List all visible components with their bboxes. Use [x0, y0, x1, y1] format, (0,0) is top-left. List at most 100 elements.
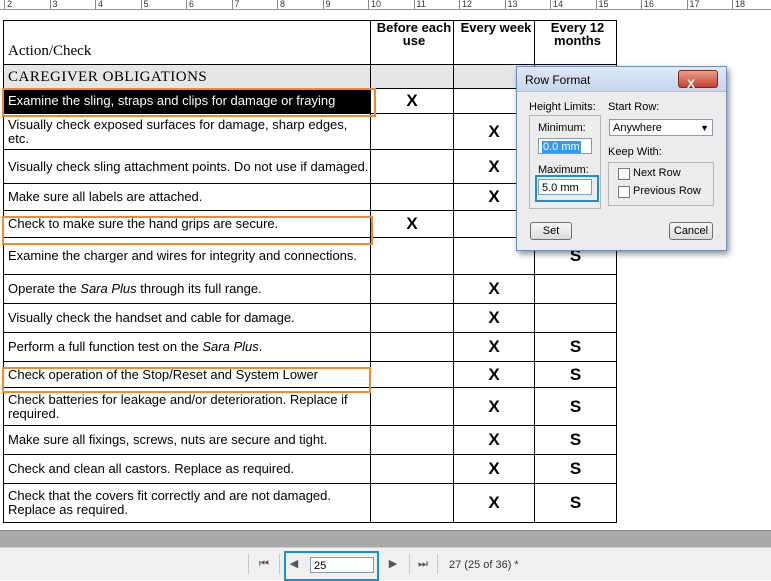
row-text[interactable]: Check to make sure the hand grips are se…	[3, 210, 371, 238]
before-each-use-header: Before each use	[370, 20, 454, 65]
previous-page-icon[interactable]: ◀	[286, 556, 302, 572]
section-fill	[370, 64, 454, 89]
ruler-mark: 8	[277, 0, 285, 9]
table-row[interactable]: Make sure all fixings, screws, nuts are …	[3, 425, 617, 455]
every-12-months-cell[interactable]	[534, 274, 617, 304]
every-week-cell[interactable]: X	[453, 303, 535, 333]
ruler-mark: 12	[459, 0, 472, 9]
chevron-down-icon: ▼	[700, 123, 709, 133]
minimum-value: 0.0 mm	[542, 141, 581, 153]
maximum-label: Maximum:	[538, 164, 589, 176]
before-use-cell[interactable]	[370, 113, 454, 150]
row-text[interactable]: Make sure all labels are attached.	[3, 183, 371, 211]
row-text[interactable]: Check and clean all castors. Replace as …	[3, 454, 371, 484]
every-week-cell[interactable]: X	[453, 483, 535, 523]
table-row[interactable]: Check and clean all castors. Replace as …	[3, 454, 617, 484]
before-use-cell[interactable]	[370, 387, 454, 426]
every-12-months-cell[interactable]: S	[534, 361, 617, 388]
last-page-icon[interactable]: ⏭	[415, 556, 431, 572]
row-text[interactable]: Check that the covers fit correctly and …	[3, 483, 371, 523]
table-row[interactable]: Check batteries for leakage and/or deter…	[3, 387, 617, 426]
every-12-months-cell[interactable]: S	[534, 483, 617, 523]
row-text[interactable]: Examine the charger and wires for integr…	[3, 237, 371, 275]
before-use-cell[interactable]	[370, 332, 454, 362]
before-use-cell[interactable]	[370, 183, 454, 211]
table-row[interactable]: Check that the covers fit correctly and …	[3, 483, 617, 523]
ruler-mark: 16	[641, 0, 654, 9]
before-use-cell[interactable]: X	[370, 210, 454, 238]
start-row-value: Anywhere	[613, 122, 662, 134]
every-12-months-cell[interactable]: S	[534, 454, 617, 484]
page-status: 27 (25 of 36) *	[449, 559, 519, 571]
every-12-months-cell[interactable]: S	[534, 387, 617, 426]
start-row-label: Start Row:	[608, 101, 660, 113]
previous-row-label: Previous Row	[633, 185, 701, 197]
ruler-mark: 7	[231, 0, 240, 9]
set-button[interactable]: Set	[530, 222, 572, 240]
table-row[interactable]: Operate the Sara Plus through its full r…	[3, 274, 617, 304]
next-row-checkbox[interactable]	[618, 168, 630, 180]
ruler-mark: 10	[368, 0, 381, 9]
every-week-cell[interactable]: X	[453, 425, 535, 455]
close-button[interactable]: X	[678, 70, 718, 91]
every-12-months-cell[interactable]: S	[534, 425, 617, 455]
product-name: Sara Plus	[202, 339, 259, 354]
row-text-part: Perform a full function test on the	[8, 339, 203, 354]
ruler-mark: 13	[504, 0, 518, 9]
every-week-cell[interactable]: X	[453, 274, 535, 304]
row-text[interactable]: Check operation of the Stop/Reset and Sy…	[3, 361, 371, 388]
ruler-mark: 14	[550, 0, 563, 9]
product-name: Sara Plus	[80, 281, 137, 296]
separator	[409, 554, 410, 574]
keep-with-label: Keep With:	[608, 146, 662, 158]
before-use-cell[interactable]: X	[370, 88, 454, 114]
first-page-icon[interactable]: ⏮	[256, 556, 272, 572]
dialog-title-bar[interactable]: Row Format X	[517, 67, 726, 92]
before-use-cell[interactable]	[370, 483, 454, 523]
row-format-dialog: Row Format X Height Limits: Minimum: 0.0…	[516, 66, 727, 251]
next-row-label: Next Row	[633, 167, 681, 179]
row-text[interactable]: Operate the Sara Plus through its full r…	[3, 274, 371, 304]
ruler-mark: 11	[413, 0, 426, 9]
before-use-cell[interactable]	[370, 361, 454, 388]
table-row[interactable]: Visually check the handset and cable for…	[3, 303, 617, 333]
ruler: 2 3 4 5 6 7 8 9 10 11 12 13 14 15 16 17 18	[0, 0, 771, 10]
every-week-cell[interactable]: X	[453, 454, 535, 484]
separator	[437, 554, 438, 574]
row-text[interactable]: Make sure all fixings, screws, nuts are …	[3, 425, 371, 455]
table-row[interactable]: Perform a full function test on the Sara…	[3, 332, 617, 362]
ruler-mark: 17	[686, 0, 700, 9]
separator	[248, 554, 249, 574]
cancel-button[interactable]: Cancel	[669, 222, 713, 240]
before-use-cell[interactable]	[370, 303, 454, 333]
ruler-mark: 9	[322, 0, 331, 9]
minimum-input[interactable]: 0.0 mm	[538, 138, 592, 154]
minimum-label: Minimum:	[538, 122, 586, 134]
row-text[interactable]: Visually check sling attachment points. …	[3, 149, 371, 184]
every-week-cell[interactable]: X	[453, 332, 535, 362]
start-row-select[interactable]: Anywhere ▼	[609, 119, 713, 136]
before-use-cell[interactable]	[370, 237, 454, 275]
next-page-icon[interactable]: ▶	[385, 556, 401, 572]
before-use-cell[interactable]	[370, 149, 454, 184]
before-use-cell[interactable]	[370, 454, 454, 484]
action-check-header: Action/Check	[3, 20, 371, 65]
every-12-months-cell[interactable]: S	[534, 332, 617, 362]
every-week-cell[interactable]: X	[453, 361, 535, 388]
every-week-cell[interactable]: X	[453, 387, 535, 426]
before-use-cell[interactable]	[370, 425, 454, 455]
row-text[interactable]: Check batteries for leakage and/or deter…	[3, 387, 371, 426]
maximum-input[interactable]: 5.0 mm	[538, 179, 592, 195]
row-text[interactable]: Examine the sling, straps and clips for …	[3, 88, 371, 114]
row-text[interactable]: Visually check exposed surfaces for dama…	[3, 113, 371, 150]
before-use-cell[interactable]	[370, 274, 454, 304]
page-number-input[interactable]: 25	[310, 557, 374, 573]
ruler-mark: 15	[595, 0, 609, 9]
table-row[interactable]: Check operation of the Stop/Reset and Sy…	[3, 361, 617, 388]
every-12-months-cell[interactable]	[534, 303, 617, 333]
every-week-header: Every week	[453, 20, 535, 65]
previous-row-checkbox[interactable]	[618, 186, 630, 198]
ruler-mark: 4	[95, 0, 103, 9]
row-text[interactable]: Perform a full function test on the Sara…	[3, 332, 371, 362]
row-text[interactable]: Visually check the handset and cable for…	[3, 303, 371, 333]
